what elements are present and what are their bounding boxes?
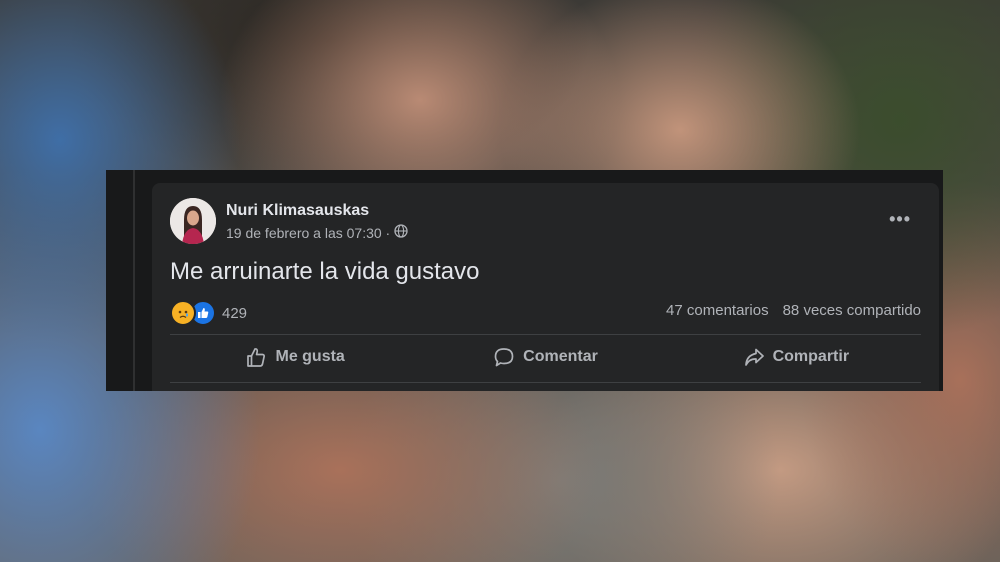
like-button[interactable]: Me gusta (170, 335, 420, 379)
like-label: Me gusta (275, 348, 345, 365)
post-meta: 19 de febrero a las 07:30 · (226, 224, 408, 241)
avatar[interactable] (170, 198, 216, 244)
sad-reaction-icon (170, 300, 196, 326)
divider-bottom (170, 382, 921, 383)
post-stats: 47 comentarios 88 veces compartido (666, 302, 921, 319)
comment-label: Comentar (523, 348, 598, 365)
comment-icon (493, 346, 515, 368)
post-timestamp[interactable]: 19 de febrero a las 07:30 · (226, 225, 390, 241)
thumbs-up-icon (245, 346, 267, 368)
thread-line (133, 170, 135, 391)
post-frame: Nuri Klimasauskas 19 de febrero a las 07… (106, 170, 943, 391)
post-text: Me arruinarte la vida gustavo (170, 258, 480, 285)
action-bar: Me gusta Comentar Compartir (170, 335, 921, 379)
reaction-summary[interactable]: 429 (170, 300, 247, 326)
comments-count[interactable]: 47 comentarios (666, 302, 769, 319)
more-options-icon[interactable]: ••• (889, 209, 911, 230)
share-button[interactable]: Compartir (671, 335, 921, 379)
shares-count[interactable]: 88 veces compartido (783, 302, 921, 319)
share-label: Compartir (772, 348, 850, 365)
comment-button[interactable]: Comentar (420, 335, 670, 379)
reaction-count: 429 (222, 304, 248, 322)
facebook-post: Nuri Klimasauskas 19 de febrero a las 07… (152, 183, 939, 391)
author-name[interactable]: Nuri Klimasauskas (226, 202, 369, 220)
globe-icon (394, 224, 408, 241)
share-icon (743, 346, 765, 368)
